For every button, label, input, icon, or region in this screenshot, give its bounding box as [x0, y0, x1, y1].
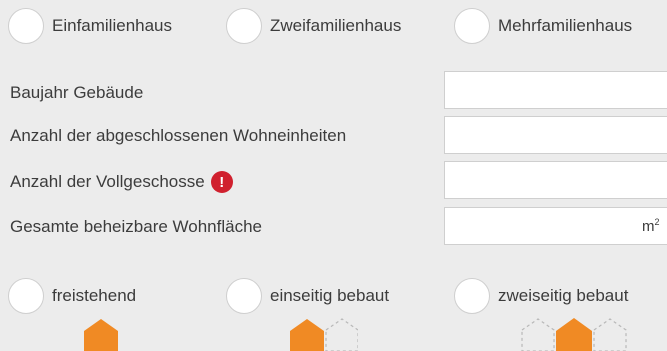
label-wohnflaeche: Gesamte beheizbare Wohnfläche — [10, 217, 262, 237]
radio-label: Einfamilienhaus — [52, 16, 173, 35]
semi-detached-house-icon — [290, 318, 358, 351]
radio-label: einseitig bebaut — [270, 286, 390, 305]
label-text: Anzahl der Vollgeschosse — [10, 172, 205, 191]
radio-einseitig-bebaut[interactable]: einseitig bebaut — [226, 278, 389, 314]
radio-einfamilienhaus[interactable]: Einfamilienhaus — [8, 8, 172, 44]
radio-circle[interactable] — [226, 8, 262, 44]
radio-label: Zweifamilienhaus — [270, 16, 402, 35]
radio-label: zweiseitig bebaut — [498, 286, 629, 305]
radio-circle[interactable] — [226, 278, 262, 314]
radio-circle[interactable] — [8, 8, 44, 44]
unit-text: m — [642, 218, 655, 235]
radio-label: freistehend — [52, 286, 137, 305]
alert-icon: ! — [210, 171, 233, 193]
label-text: Baujahr Gebäude — [10, 83, 144, 102]
radio-circle[interactable] — [454, 278, 490, 314]
label-vollgeschosse: Anzahl der Vollgeschosse ! — [10, 171, 233, 193]
radio-mehrfamilienhaus[interactable]: Mehrfamilienhaus — [454, 8, 632, 44]
vollgeschosse-input[interactable] — [444, 161, 667, 199]
radio-freistehend[interactable]: freistehend — [8, 278, 136, 314]
baujahr-input[interactable] — [444, 71, 667, 109]
label-wohneinheiten: Anzahl der abgeschlossenen Wohneinheiten — [10, 126, 346, 146]
wohnflaeche-input[interactable] — [444, 207, 667, 245]
unit-sup: 2 — [654, 217, 660, 227]
radio-label: Mehrfamilienhaus — [498, 16, 633, 35]
radio-circle[interactable] — [8, 278, 44, 314]
wohneinheiten-input[interactable] — [444, 116, 667, 154]
terraced-house-icon — [521, 318, 627, 351]
radio-zweifamilienhaus[interactable]: Zweifamilienhaus — [226, 8, 401, 44]
label-text: Gesamte beheizbare Wohnfläche — [10, 217, 263, 236]
radio-circle[interactable] — [454, 8, 490, 44]
radio-zweiseitig-bebaut[interactable]: zweiseitig bebaut — [454, 278, 628, 314]
label-text: Anzahl der abgeschlossenen Wohneinheiten — [10, 126, 347, 145]
label-baujahr: Baujahr Gebäude — [10, 83, 143, 103]
detached-house-icon — [84, 319, 118, 351]
unit-label: m2 — [642, 217, 660, 235]
